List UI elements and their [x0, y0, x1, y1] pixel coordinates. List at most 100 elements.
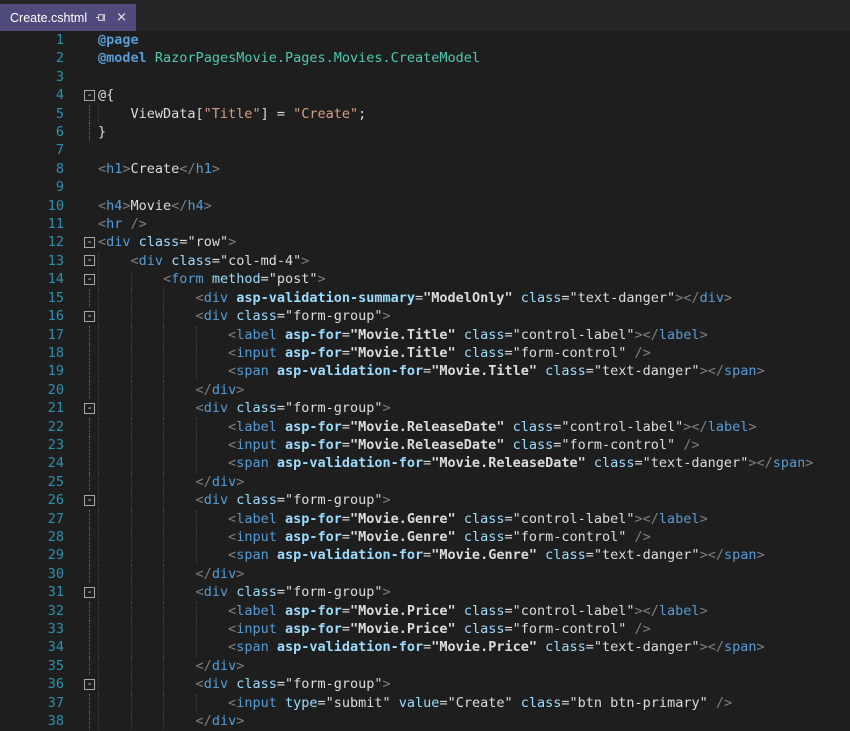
fold-toggle[interactable]: -: [64, 86, 98, 104]
code-text[interactable]: <span asp-validation-for="Movie.ReleaseD…: [98, 454, 850, 472]
code-line[interactable]: 31- <div class="form-group">: [0, 583, 850, 601]
indent-guide: [131, 675, 132, 693]
code-line[interactable]: 3: [0, 68, 850, 86]
code-text[interactable]: </div>: [98, 712, 850, 730]
code-text[interactable]: <span asp-validation-for="Movie.Genre" c…: [98, 546, 850, 564]
collapse-icon[interactable]: -: [84, 587, 95, 598]
collapse-icon[interactable]: -: [84, 237, 95, 248]
code-text[interactable]: <div class="form-group">: [98, 675, 850, 693]
code-text[interactable]: </div>: [98, 381, 850, 399]
code-text[interactable]: </div>: [98, 473, 850, 491]
fold-toggle[interactable]: -: [64, 307, 98, 325]
fold-toggle[interactable]: -: [64, 270, 98, 288]
code-line[interactable]: 1@page: [0, 31, 850, 49]
code-line[interactable]: 29 <span asp-validation-for="Movie.Genre…: [0, 546, 850, 564]
code-text[interactable]: }: [98, 123, 850, 141]
code-line[interactable]: 18 <input asp-for="Movie.Title" class="f…: [0, 344, 850, 362]
fold-toggle[interactable]: -: [64, 491, 98, 509]
code-line[interactable]: 32 <label asp-for="Movie.Price" class="c…: [0, 602, 850, 620]
code-line[interactable]: 6}: [0, 123, 850, 141]
code-line[interactable]: 5 ViewData["Title"] = "Create";: [0, 105, 850, 123]
tab-create-cshtml[interactable]: Create.cshtml ×: [0, 4, 136, 31]
code-text[interactable]: <div class="form-group">: [98, 583, 850, 601]
code-text[interactable]: <input asp-for="Movie.Title" class="form…: [98, 344, 850, 362]
collapse-icon[interactable]: -: [84, 495, 95, 506]
fold-toggle[interactable]: -: [64, 252, 98, 270]
code-text[interactable]: <div class="form-group">: [98, 307, 850, 325]
collapse-icon[interactable]: -: [84, 679, 95, 690]
code-line[interactable]: 21- <div class="form-group">: [0, 399, 850, 417]
indent-guide: [98, 344, 99, 362]
collapse-icon[interactable]: -: [84, 274, 95, 285]
code-line[interactable]: 8<h1>Create</h1>: [0, 160, 850, 178]
code-text[interactable]: <input asp-for="Movie.Genre" class="form…: [98, 528, 850, 546]
code-editor[interactable]: 1@page2@model RazorPagesMovie.Pages.Movi…: [0, 31, 850, 731]
code-line[interactable]: 13- <div class="col-md-4">: [0, 252, 850, 270]
code-line[interactable]: 30 </div>: [0, 565, 850, 583]
code-text[interactable]: ViewData["Title"] = "Create";: [98, 105, 850, 123]
code-line[interactable]: 12-<div class="row">: [0, 233, 850, 251]
code-text[interactable]: <label asp-for="Movie.Genre" class="cont…: [98, 510, 850, 528]
code-text[interactable]: <label asp-for="Movie.Price" class="cont…: [98, 602, 850, 620]
code-line[interactable]: 36- <div class="form-group">: [0, 675, 850, 693]
code-line[interactable]: 27 <label asp-for="Movie.Genre" class="c…: [0, 510, 850, 528]
code-line[interactable]: 16- <div class="form-group">: [0, 307, 850, 325]
code-line[interactable]: 11<hr />: [0, 215, 850, 233]
code-text[interactable]: <input type="submit" value="Create" clas…: [98, 694, 850, 712]
code-line[interactable]: 17 <label asp-for="Movie.Title" class="c…: [0, 326, 850, 344]
code-text[interactable]: <div class="col-md-4">: [98, 252, 850, 270]
code-line[interactable]: 24 <span asp-validation-for="Movie.Relea…: [0, 454, 850, 472]
code-line[interactable]: 25 </div>: [0, 473, 850, 491]
fold-toggle[interactable]: -: [64, 399, 98, 417]
fold-toggle[interactable]: -: [64, 583, 98, 601]
code-line[interactable]: 15 <div asp-validation-summary="ModelOnl…: [0, 289, 850, 307]
code-line[interactable]: 26- <div class="form-group">: [0, 491, 850, 509]
close-icon[interactable]: ×: [116, 11, 127, 24]
fold-toggle[interactable]: -: [64, 675, 98, 693]
code-text[interactable]: <div asp-validation-summary="ModelOnly" …: [98, 289, 850, 307]
code-text[interactable]: <hr />: [98, 215, 850, 233]
code-text[interactable]: [98, 141, 850, 159]
code-text[interactable]: <label asp-for="Movie.Title" class="cont…: [98, 326, 850, 344]
collapse-icon[interactable]: -: [84, 311, 95, 322]
code-line[interactable]: 35 </div>: [0, 657, 850, 675]
code-line[interactable]: 20 </div>: [0, 381, 850, 399]
code-text[interactable]: <div class="form-group">: [98, 399, 850, 417]
code-text[interactable]: <span asp-validation-for="Movie.Price" c…: [98, 638, 850, 656]
code-text[interactable]: [98, 178, 850, 196]
code-text[interactable]: <h1>Create</h1>: [98, 160, 850, 178]
code-text[interactable]: <form method="post">: [98, 270, 850, 288]
collapse-icon[interactable]: -: [84, 403, 95, 414]
collapse-icon[interactable]: -: [84, 255, 95, 266]
pin-icon[interactable]: [95, 11, 108, 24]
code-line[interactable]: 34 <span asp-validation-for="Movie.Price…: [0, 638, 850, 656]
code-text[interactable]: <div class="row">: [98, 233, 850, 251]
code-text[interactable]: </div>: [98, 565, 850, 583]
code-text[interactable]: @model RazorPagesMovie.Pages.Movies.Crea…: [98, 49, 850, 67]
code-line[interactable]: 4-@{: [0, 86, 850, 104]
code-line[interactable]: 33 <input asp-for="Movie.Price" class="f…: [0, 620, 850, 638]
fold-toggle[interactable]: -: [64, 233, 98, 251]
code-text[interactable]: <div class="form-group">: [98, 491, 850, 509]
code-line[interactable]: 10<h4>Movie</h4>: [0, 197, 850, 215]
code-line[interactable]: 9: [0, 178, 850, 196]
code-line[interactable]: 37 <input type="submit" value="Create" c…: [0, 694, 850, 712]
code-text[interactable]: <label asp-for="Movie.ReleaseDate" class…: [98, 418, 850, 436]
code-line[interactable]: 7: [0, 141, 850, 159]
code-line[interactable]: 14- <form method="post">: [0, 270, 850, 288]
collapse-icon[interactable]: -: [84, 90, 95, 101]
code-text[interactable]: </div>: [98, 657, 850, 675]
code-line[interactable]: 2@model RazorPagesMovie.Pages.Movies.Cre…: [0, 49, 850, 67]
code-line[interactable]: 23 <input asp-for="Movie.ReleaseDate" cl…: [0, 436, 850, 454]
code-line[interactable]: 22 <label asp-for="Movie.ReleaseDate" cl…: [0, 418, 850, 436]
code-text[interactable]: [98, 68, 850, 86]
code-text[interactable]: <input asp-for="Movie.Price" class="form…: [98, 620, 850, 638]
code-line[interactable]: 28 <input asp-for="Movie.Genre" class="f…: [0, 528, 850, 546]
code-line[interactable]: 19 <span asp-validation-for="Movie.Title…: [0, 362, 850, 380]
code-text[interactable]: <input asp-for="Movie.ReleaseDate" class…: [98, 436, 850, 454]
code-text[interactable]: @{: [98, 86, 850, 104]
code-text[interactable]: <span asp-validation-for="Movie.Title" c…: [98, 362, 850, 380]
code-text[interactable]: <h4>Movie</h4>: [98, 197, 850, 215]
code-line[interactable]: 38 </div>: [0, 712, 850, 730]
code-text[interactable]: @page: [98, 31, 850, 49]
